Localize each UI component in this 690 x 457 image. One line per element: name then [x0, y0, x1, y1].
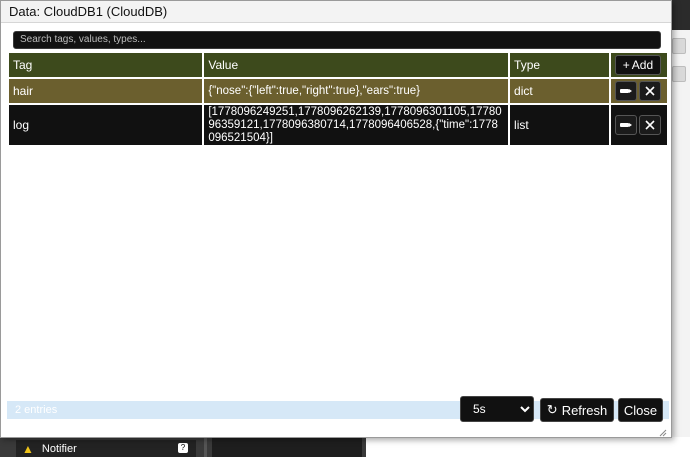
- delete-entry-button[interactable]: [638, 81, 661, 101]
- table-row[interactable]: log [1778096249251,1778096262139,1778096…: [9, 105, 667, 145]
- background-panel-button: [672, 66, 686, 82]
- delete-entry-button[interactable]: [638, 115, 661, 135]
- refresh-button-label: Refresh: [561, 402, 608, 418]
- table-row[interactable]: hair {"nose":{"left":true,"right":true},…: [9, 79, 667, 103]
- background-divider: [204, 437, 207, 457]
- notifier-component[interactable]: ▲ Notifier ?: [16, 440, 196, 457]
- table-header-row: Tag Value Type + Add: [9, 53, 667, 77]
- add-entry-button[interactable]: + Add: [614, 55, 661, 75]
- row-type: dict: [510, 79, 609, 103]
- search-bar: [13, 29, 661, 49]
- search-input[interactable]: [13, 30, 661, 49]
- data-table: Tag Value Type + Add hair {"nose":{"left…: [7, 51, 669, 147]
- add-button-label: Add: [631, 58, 654, 72]
- help-badge[interactable]: ?: [178, 443, 188, 453]
- background-right-panel: [670, 30, 690, 457]
- refresh-button[interactable]: ↻ Refresh: [540, 398, 614, 422]
- row-value: [1778096249251,1778096262139,17780963011…: [204, 105, 509, 145]
- pencil-icon: [619, 121, 633, 129]
- edit-entry-button[interactable]: [614, 115, 637, 135]
- row-actions: [610, 105, 667, 145]
- column-header-value: Value: [204, 53, 509, 77]
- row-tag: hair: [9, 79, 203, 103]
- dialog-title: Data: CloudDB1 (CloudDB): [1, 1, 671, 23]
- clouddb-data-dialog: Data: CloudDB1 (CloudDB) Tag Value Type …: [0, 0, 672, 438]
- background-panel: [212, 437, 362, 457]
- column-header-type: Type: [510, 53, 609, 77]
- column-header-tag: Tag: [9, 53, 203, 77]
- plus-icon: +: [622, 58, 630, 72]
- pencil-icon: [619, 87, 633, 95]
- notifier-label: Notifier: [41, 442, 77, 455]
- refresh-icon: ↻: [546, 402, 558, 417]
- close-icon: [645, 86, 655, 96]
- row-tag: log: [9, 105, 203, 145]
- edit-entry-button[interactable]: [614, 81, 637, 101]
- column-header-actions: + Add: [610, 53, 667, 77]
- row-actions: [610, 79, 667, 103]
- warning-icon: ▲: [22, 441, 34, 456]
- close-button[interactable]: Close: [618, 398, 663, 422]
- row-value: {"nose":{"left":true,"right":true},"ears…: [204, 79, 509, 103]
- resize-grip-icon[interactable]: [657, 424, 667, 437]
- background-white-area: [366, 437, 690, 457]
- row-type: list: [510, 105, 609, 145]
- refresh-interval-select[interactable]: 5s: [460, 396, 534, 422]
- close-icon: [645, 120, 655, 130]
- background-panel-button: [672, 38, 686, 54]
